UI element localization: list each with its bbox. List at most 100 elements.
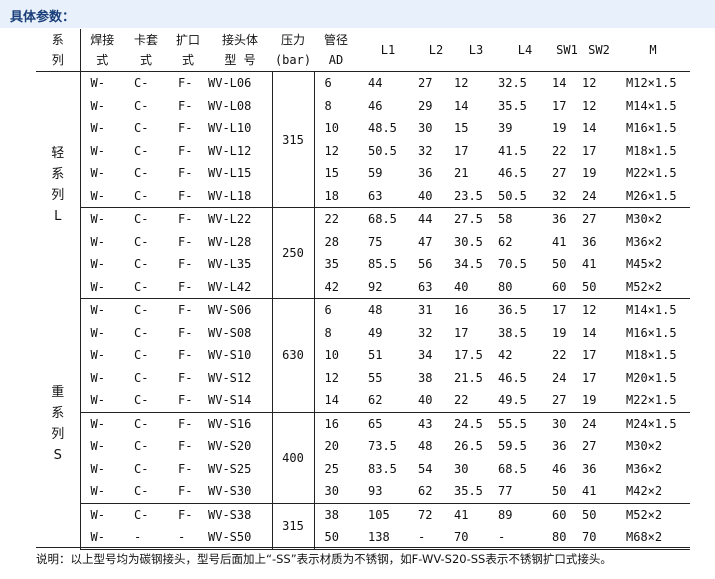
l1-cell: 105 bbox=[368, 507, 390, 522]
ad-cell: 42 bbox=[314, 275, 358, 299]
sw2-cell: 27 bbox=[582, 439, 597, 454]
sleeve-cell: C- bbox=[134, 461, 149, 476]
flare-cell: F- bbox=[178, 325, 193, 340]
l4-cell: 80 bbox=[498, 275, 552, 299]
l1-cell: 93 bbox=[358, 480, 418, 504]
l4-cell: 70.5 bbox=[498, 257, 527, 272]
weld-cell: W- bbox=[79, 162, 124, 185]
header-ad: 管径 AD bbox=[323, 33, 348, 67]
weld-cell: W- bbox=[79, 366, 124, 389]
l1-cell: 62 bbox=[358, 389, 418, 413]
sw2-cell: 41 bbox=[582, 257, 597, 272]
weld-cell: W- bbox=[79, 503, 124, 526]
flare-cell: F- bbox=[178, 416, 193, 431]
l3-cell: 40 bbox=[454, 275, 498, 299]
weld-cell: W- bbox=[79, 71, 124, 95]
flare-cell: F- bbox=[168, 389, 208, 413]
l1-cell: 73.5 bbox=[368, 439, 397, 454]
table-row: W- C- F- WV-L35 35 85.5 56 34.5 70.5 50 41 M45×2 bbox=[36, 253, 690, 276]
l3-cell: 23.5 bbox=[454, 184, 498, 208]
ad-cell: 10 bbox=[324, 121, 339, 136]
table-row: W- C- F- WV-S38 315 38 105 72 41 89 60 50 M52×2 bbox=[36, 503, 690, 550]
table-row: W- - - WV-S50 50 138-70-80 70 M68×2 bbox=[36, 526, 690, 550]
model-cell: WV-L28 bbox=[208, 230, 273, 253]
sw1-cell: 17 bbox=[552, 98, 567, 113]
l1-cell: 83.5 bbox=[368, 461, 397, 476]
l2-cell: 48 bbox=[418, 439, 433, 454]
table-row: W- C- F- WV-L10 10 48.5 30 15 39 19 14 M16×1.5 bbox=[36, 117, 690, 140]
sw1-cell: 22 bbox=[552, 348, 567, 363]
sw2-cell: 17 bbox=[582, 348, 597, 363]
l3-cell: 17 bbox=[454, 143, 469, 158]
table-row: W- C- F- WV-S25 25 83.5 54 30 68.5 46 36 M36×2 bbox=[36, 457, 690, 480]
flare-cell: F- bbox=[178, 370, 193, 385]
sw2-cell: 24 bbox=[582, 416, 597, 431]
sw1-cell: 27 bbox=[552, 166, 567, 181]
sw2-cell: 24 bbox=[582, 184, 616, 208]
l3-cell: 22 bbox=[454, 389, 498, 413]
ad-cell: 8 bbox=[324, 325, 332, 340]
ad-cell: 8 bbox=[324, 98, 332, 113]
m-cell: M42×2 bbox=[616, 480, 690, 504]
m-cell: M14×1.5 bbox=[626, 98, 677, 113]
weld-cell: W- bbox=[79, 412, 124, 435]
flare-cell: F- bbox=[178, 234, 193, 249]
sleeve-cell: C- bbox=[134, 98, 149, 113]
model-cell: WV-S06 bbox=[208, 298, 273, 322]
weld-cell: W- bbox=[79, 321, 124, 344]
header-pressure: 压力 (bar) bbox=[274, 33, 312, 67]
model-cell: WV-S12 bbox=[208, 366, 273, 389]
sw1-cell: 50 bbox=[552, 257, 567, 272]
l4-cell: 46.5 bbox=[498, 370, 527, 385]
model-cell: WV-L12 bbox=[208, 139, 273, 162]
sw2-cell: 19 bbox=[582, 389, 616, 413]
sleeve-cell: C- bbox=[124, 389, 168, 413]
ad-cell: 10 bbox=[324, 348, 339, 363]
header-sw2: SW2 bbox=[588, 43, 610, 57]
l1-cell: 138 bbox=[358, 526, 418, 550]
sw2-cell: 27 bbox=[582, 212, 597, 227]
l4-cell: 46.5 bbox=[498, 166, 527, 181]
header-l3: L3 bbox=[468, 43, 484, 57]
sw1-cell: 60 bbox=[552, 507, 567, 522]
sw1-cell: 14 bbox=[552, 76, 567, 91]
sleeve-cell: C- bbox=[134, 507, 149, 522]
l3-cell: 70 bbox=[454, 526, 498, 550]
flare-cell: - bbox=[168, 526, 208, 550]
l3-cell: 15 bbox=[454, 121, 469, 136]
sleeve-cell: C- bbox=[134, 370, 149, 385]
table-row: W- C- F- WV-L28 28 75 47 30.5 62 41 36 M36×2 bbox=[36, 230, 690, 253]
pressure-cell: 400 bbox=[272, 412, 315, 504]
sw1-cell: 30 bbox=[552, 416, 567, 431]
table-row: W- C- F- WV-S30 30 93 62 35.5 77 50 41 M42×2 bbox=[36, 480, 690, 504]
l2-cell: 31 bbox=[418, 303, 433, 318]
table-row: W- C- F- WV-L08 8 46 29 14 35.5 17 12 M14×1.5 bbox=[36, 94, 690, 117]
ad-cell: 38 bbox=[324, 507, 339, 522]
flare-cell: F- bbox=[178, 303, 193, 318]
l2-cell: 29 bbox=[418, 98, 433, 113]
model-cell: WV-S50 bbox=[208, 526, 273, 550]
sw1-cell: 41 bbox=[552, 234, 567, 249]
sleeve-cell: C- bbox=[134, 303, 149, 318]
l2-cell: 27 bbox=[418, 76, 433, 91]
table-row: W- C- F- WV-S20 20 73.5 48 26.5 59.5 36 27 M30×2 bbox=[36, 435, 690, 458]
l4-cell: 58 bbox=[498, 212, 513, 227]
sleeve-cell: C- bbox=[134, 257, 149, 272]
sleeve-cell: C- bbox=[134, 348, 149, 363]
table-row: W- C- F- WV-S14 14 62 40 22 49.5 27 19 M22×1.5 bbox=[36, 389, 690, 413]
l4-cell: 59.5 bbox=[498, 439, 527, 454]
m-cell: M36×2 bbox=[626, 234, 663, 249]
sw1-cell: 19 bbox=[552, 325, 567, 340]
model-cell: WV-S16 bbox=[208, 412, 273, 435]
weld-cell: W- bbox=[79, 457, 124, 480]
m-cell: M30×2 bbox=[626, 439, 663, 454]
header-sleeve: 卡套式 bbox=[133, 33, 158, 67]
l4-cell: 49.5 bbox=[498, 389, 552, 413]
l4-cell: 41.5 bbox=[498, 143, 527, 158]
flare-cell: F- bbox=[178, 121, 193, 136]
l4-cell: 62 bbox=[498, 234, 513, 249]
ad-cell: 14 bbox=[314, 389, 358, 413]
sw2-cell: 12 bbox=[582, 98, 597, 113]
l4-cell: - bbox=[498, 526, 552, 550]
header-m: M bbox=[649, 43, 657, 57]
